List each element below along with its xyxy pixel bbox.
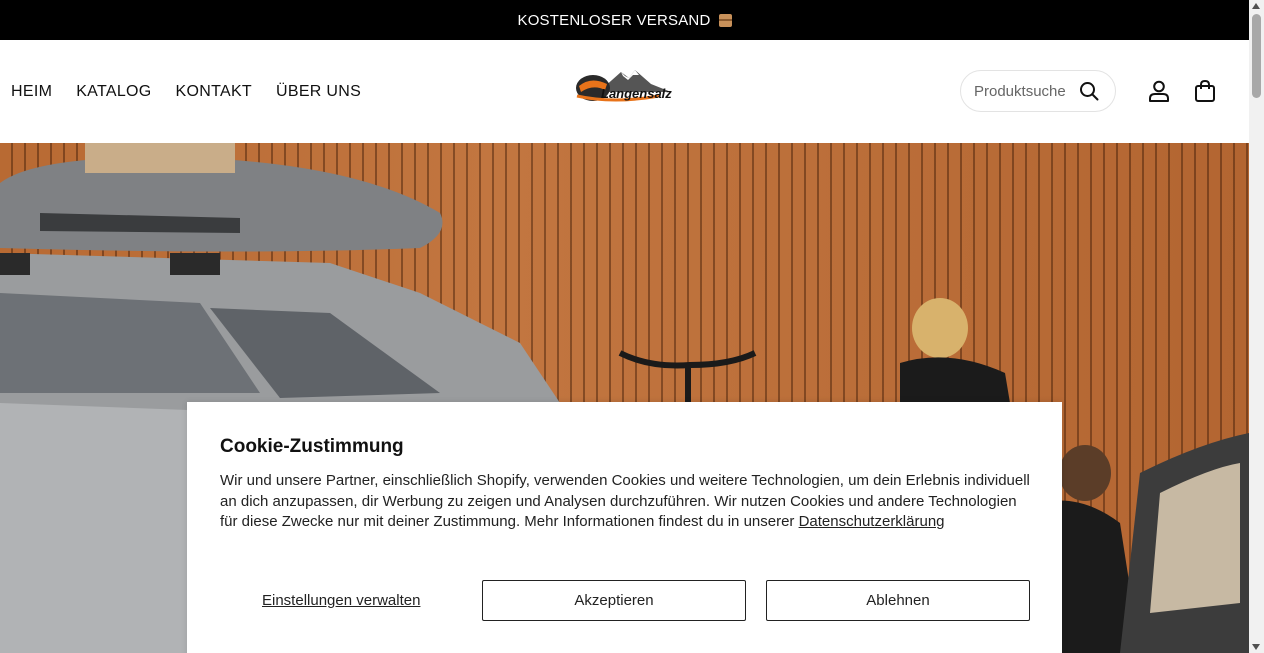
nav-item-kontakt[interactable]: KONTAKT <box>176 83 252 101</box>
privacy-policy-link[interactable]: Datenschutzerklärung <box>799 513 945 530</box>
announcement-text: KOSTENLOSER VERSAND <box>517 11 711 29</box>
cookie-consent-dialog: Cookie-Zustimmung Wir und unsere Partner… <box>187 402 1062 653</box>
logo-wordmark: Langensalz <box>601 86 672 101</box>
page-scrollbar[interactable] <box>1249 0 1264 653</box>
search-icon[interactable] <box>1079 81 1099 101</box>
site-header: HEIM KATALOG KONTAKT ÜBER UNS Langensalz <box>0 40 1249 143</box>
scroll-down-arrow-icon[interactable] <box>1252 644 1260 650</box>
user-icon[interactable] <box>1147 79 1171 103</box>
package-icon <box>718 13 732 27</box>
scroll-up-arrow-icon[interactable] <box>1252 3 1260 9</box>
search-input[interactable] <box>974 82 1074 100</box>
manage-settings-button[interactable]: Einstellungen verwalten <box>262 580 420 621</box>
cookie-text: Wir und unsere Partner, einschließlich S… <box>220 471 1030 533</box>
shopping-bag-icon[interactable] <box>1194 79 1216 103</box>
scrollbar-thumb[interactable] <box>1252 14 1261 98</box>
announcement-bar: KOSTENLOSER VERSAND <box>0 0 1249 40</box>
cookie-actions: Einstellungen verwalten Akzeptieren Able… <box>220 580 1030 621</box>
decline-button[interactable]: Ablehnen <box>766 580 1030 621</box>
main-nav: HEIM KATALOG KONTAKT ÜBER UNS <box>11 40 361 143</box>
nav-item-heim[interactable]: HEIM <box>11 83 52 101</box>
site-logo[interactable]: Langensalz <box>573 66 673 108</box>
cookie-title: Cookie-Zustimmung <box>220 436 404 457</box>
nav-item-ueber-uns[interactable]: ÜBER UNS <box>276 83 361 101</box>
accept-button[interactable]: Akzeptieren <box>482 580 746 621</box>
search-box[interactable] <box>960 70 1116 112</box>
nav-item-katalog[interactable]: KATALOG <box>76 83 151 101</box>
